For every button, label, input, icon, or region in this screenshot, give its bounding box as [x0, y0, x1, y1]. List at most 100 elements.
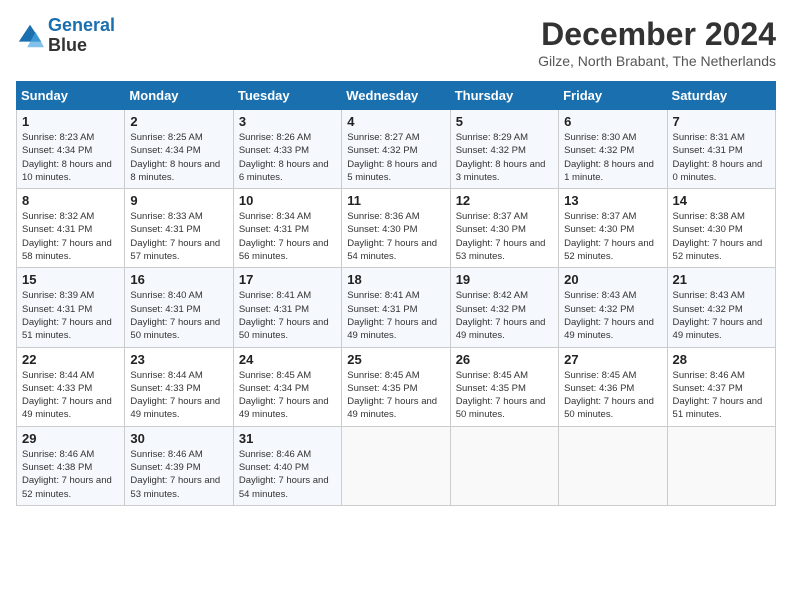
calendar-cell: 19 Sunrise: 8:42 AM Sunset: 4:32 PM Dayl… — [450, 268, 558, 347]
day-info: Sunrise: 8:23 AM Sunset: 4:34 PM Dayligh… — [22, 131, 119, 184]
day-info: Sunrise: 8:44 AM Sunset: 4:33 PM Dayligh… — [22, 369, 119, 422]
day-info: Sunrise: 8:45 AM Sunset: 4:34 PM Dayligh… — [239, 369, 336, 422]
calendar-cell: 22 Sunrise: 8:44 AM Sunset: 4:33 PM Dayl… — [17, 347, 125, 426]
day-info: Sunrise: 8:34 AM Sunset: 4:31 PM Dayligh… — [239, 210, 336, 263]
day-number: 27 — [564, 352, 661, 367]
day-number: 29 — [22, 431, 119, 446]
day-number: 1 — [22, 114, 119, 129]
day-number: 24 — [239, 352, 336, 367]
calendar-cell: 2 Sunrise: 8:25 AM Sunset: 4:34 PM Dayli… — [125, 110, 233, 189]
day-info: Sunrise: 8:46 AM Sunset: 4:40 PM Dayligh… — [239, 448, 336, 501]
logo: GeneralBlue — [16, 16, 115, 56]
page-header: GeneralBlue December 2024 Gilze, North B… — [16, 16, 776, 69]
day-number: 13 — [564, 193, 661, 208]
day-number: 16 — [130, 272, 227, 287]
calendar-cell: 30 Sunrise: 8:46 AM Sunset: 4:39 PM Dayl… — [125, 426, 233, 505]
calendar-cell: 5 Sunrise: 8:29 AM Sunset: 4:32 PM Dayli… — [450, 110, 558, 189]
calendar-cell: 26 Sunrise: 8:45 AM Sunset: 4:35 PM Dayl… — [450, 347, 558, 426]
day-info: Sunrise: 8:33 AM Sunset: 4:31 PM Dayligh… — [130, 210, 227, 263]
day-info: Sunrise: 8:39 AM Sunset: 4:31 PM Dayligh… — [22, 289, 119, 342]
day-number: 28 — [673, 352, 770, 367]
day-info: Sunrise: 8:41 AM Sunset: 4:31 PM Dayligh… — [347, 289, 444, 342]
calendar-table: SundayMondayTuesdayWednesdayThursdayFrid… — [16, 81, 776, 506]
header-friday: Friday — [559, 82, 667, 110]
calendar-cell: 18 Sunrise: 8:41 AM Sunset: 4:31 PM Dayl… — [342, 268, 450, 347]
calendar-cell: 1 Sunrise: 8:23 AM Sunset: 4:34 PM Dayli… — [17, 110, 125, 189]
day-info: Sunrise: 8:46 AM Sunset: 4:37 PM Dayligh… — [673, 369, 770, 422]
calendar-cell: 7 Sunrise: 8:31 AM Sunset: 4:31 PM Dayli… — [667, 110, 775, 189]
header-wednesday: Wednesday — [342, 82, 450, 110]
header-saturday: Saturday — [667, 82, 775, 110]
calendar-cell: 10 Sunrise: 8:34 AM Sunset: 4:31 PM Dayl… — [233, 189, 341, 268]
calendar-cell: 15 Sunrise: 8:39 AM Sunset: 4:31 PM Dayl… — [17, 268, 125, 347]
day-number: 31 — [239, 431, 336, 446]
day-info: Sunrise: 8:43 AM Sunset: 4:32 PM Dayligh… — [564, 289, 661, 342]
day-number: 20 — [564, 272, 661, 287]
day-info: Sunrise: 8:45 AM Sunset: 4:36 PM Dayligh… — [564, 369, 661, 422]
calendar-week-row: 8 Sunrise: 8:32 AM Sunset: 4:31 PM Dayli… — [17, 189, 776, 268]
calendar-cell: 23 Sunrise: 8:44 AM Sunset: 4:33 PM Dayl… — [125, 347, 233, 426]
header-sunday: Sunday — [17, 82, 125, 110]
day-number: 22 — [22, 352, 119, 367]
subtitle: Gilze, North Brabant, The Netherlands — [538, 53, 776, 69]
header-thursday: Thursday — [450, 82, 558, 110]
calendar-cell: 17 Sunrise: 8:41 AM Sunset: 4:31 PM Dayl… — [233, 268, 341, 347]
calendar-cell: 9 Sunrise: 8:33 AM Sunset: 4:31 PM Dayli… — [125, 189, 233, 268]
day-number: 9 — [130, 193, 227, 208]
day-info: Sunrise: 8:36 AM Sunset: 4:30 PM Dayligh… — [347, 210, 444, 263]
day-number: 23 — [130, 352, 227, 367]
day-info: Sunrise: 8:38 AM Sunset: 4:30 PM Dayligh… — [673, 210, 770, 263]
calendar-cell: 6 Sunrise: 8:30 AM Sunset: 4:32 PM Dayli… — [559, 110, 667, 189]
day-info: Sunrise: 8:44 AM Sunset: 4:33 PM Dayligh… — [130, 369, 227, 422]
day-number: 19 — [456, 272, 553, 287]
calendar-cell — [667, 426, 775, 505]
day-number: 4 — [347, 114, 444, 129]
day-info: Sunrise: 8:37 AM Sunset: 4:30 PM Dayligh… — [564, 210, 661, 263]
day-number: 3 — [239, 114, 336, 129]
day-number: 2 — [130, 114, 227, 129]
calendar-week-row: 15 Sunrise: 8:39 AM Sunset: 4:31 PM Dayl… — [17, 268, 776, 347]
day-info: Sunrise: 8:29 AM Sunset: 4:32 PM Dayligh… — [456, 131, 553, 184]
day-number: 17 — [239, 272, 336, 287]
calendar-cell: 29 Sunrise: 8:46 AM Sunset: 4:38 PM Dayl… — [17, 426, 125, 505]
day-number: 10 — [239, 193, 336, 208]
day-info: Sunrise: 8:42 AM Sunset: 4:32 PM Dayligh… — [456, 289, 553, 342]
day-info: Sunrise: 8:31 AM Sunset: 4:31 PM Dayligh… — [673, 131, 770, 184]
main-title: December 2024 — [538, 16, 776, 53]
calendar-cell: 4 Sunrise: 8:27 AM Sunset: 4:32 PM Dayli… — [342, 110, 450, 189]
calendar-cell: 24 Sunrise: 8:45 AM Sunset: 4:34 PM Dayl… — [233, 347, 341, 426]
calendar-cell: 12 Sunrise: 8:37 AM Sunset: 4:30 PM Dayl… — [450, 189, 558, 268]
day-number: 8 — [22, 193, 119, 208]
title-block: December 2024 Gilze, North Brabant, The … — [538, 16, 776, 69]
day-info: Sunrise: 8:45 AM Sunset: 4:35 PM Dayligh… — [347, 369, 444, 422]
day-number: 30 — [130, 431, 227, 446]
header-monday: Monday — [125, 82, 233, 110]
day-info: Sunrise: 8:40 AM Sunset: 4:31 PM Dayligh… — [130, 289, 227, 342]
day-info: Sunrise: 8:27 AM Sunset: 4:32 PM Dayligh… — [347, 131, 444, 184]
calendar-cell: 28 Sunrise: 8:46 AM Sunset: 4:37 PM Dayl… — [667, 347, 775, 426]
calendar-cell: 16 Sunrise: 8:40 AM Sunset: 4:31 PM Dayl… — [125, 268, 233, 347]
day-info: Sunrise: 8:26 AM Sunset: 4:33 PM Dayligh… — [239, 131, 336, 184]
day-number: 6 — [564, 114, 661, 129]
calendar-header-row: SundayMondayTuesdayWednesdayThursdayFrid… — [17, 82, 776, 110]
day-info: Sunrise: 8:45 AM Sunset: 4:35 PM Dayligh… — [456, 369, 553, 422]
day-number: 11 — [347, 193, 444, 208]
day-info: Sunrise: 8:46 AM Sunset: 4:38 PM Dayligh… — [22, 448, 119, 501]
day-info: Sunrise: 8:46 AM Sunset: 4:39 PM Dayligh… — [130, 448, 227, 501]
day-number: 5 — [456, 114, 553, 129]
calendar-cell: 31 Sunrise: 8:46 AM Sunset: 4:40 PM Dayl… — [233, 426, 341, 505]
day-number: 26 — [456, 352, 553, 367]
logo-icon — [16, 22, 44, 50]
day-number: 15 — [22, 272, 119, 287]
day-number: 7 — [673, 114, 770, 129]
calendar-cell — [342, 426, 450, 505]
day-number: 18 — [347, 272, 444, 287]
calendar-cell: 25 Sunrise: 8:45 AM Sunset: 4:35 PM Dayl… — [342, 347, 450, 426]
day-number: 25 — [347, 352, 444, 367]
calendar-cell: 27 Sunrise: 8:45 AM Sunset: 4:36 PM Dayl… — [559, 347, 667, 426]
logo-text: GeneralBlue — [48, 16, 115, 56]
calendar-cell: 13 Sunrise: 8:37 AM Sunset: 4:30 PM Dayl… — [559, 189, 667, 268]
calendar-cell: 3 Sunrise: 8:26 AM Sunset: 4:33 PM Dayli… — [233, 110, 341, 189]
calendar-week-row: 29 Sunrise: 8:46 AM Sunset: 4:38 PM Dayl… — [17, 426, 776, 505]
day-number: 12 — [456, 193, 553, 208]
